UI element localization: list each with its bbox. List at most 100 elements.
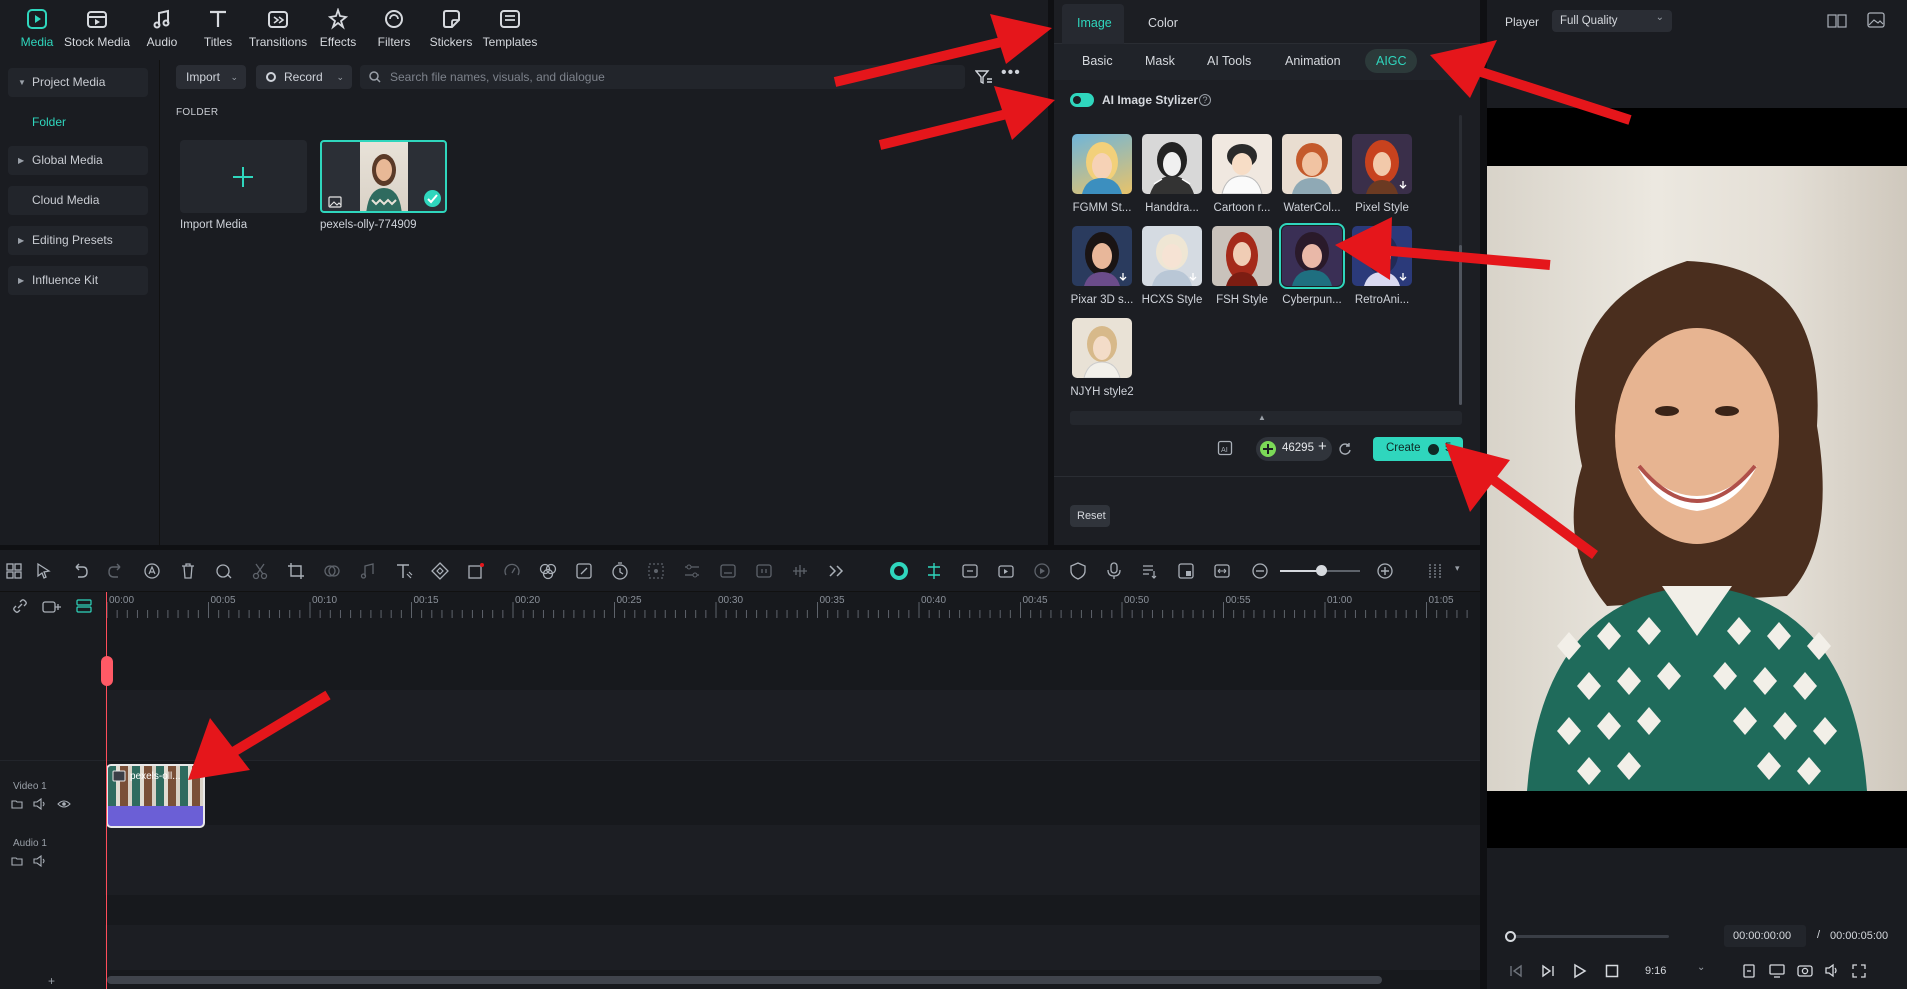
stop-icon[interactable] [1605,964,1619,978]
eye-icon[interactable] [57,799,71,809]
undo-icon[interactable] [70,561,90,581]
snapshot-icon[interactable] [1797,963,1813,978]
more-tools-icon[interactable] [826,561,846,581]
import-media-tile[interactable] [180,140,307,213]
refresh-icon[interactable] [1338,442,1352,456]
help-icon[interactable]: ? [1199,94,1211,106]
subtab-ai-tools[interactable]: AI Tools [1207,54,1251,68]
tab-stock-media[interactable]: Stock Media [60,6,134,56]
style-item[interactable]: Pixel Style [1349,134,1415,214]
sidebar-item-folder[interactable]: Folder [8,108,148,137]
styles-scrollbar[interactable] [1459,115,1462,405]
aspect-ratio-dropdown[interactable]: 9:16 ⌄ [1637,960,1707,982]
render-icon[interactable] [996,561,1016,581]
image-upload-icon[interactable]: AI [1217,440,1235,458]
edit-image-icon[interactable] [574,561,594,581]
collapse-handle[interactable]: ▲ [1070,411,1462,425]
zoom-in-icon[interactable] [1375,561,1395,581]
adjust-icon[interactable] [682,561,702,581]
create-button[interactable]: Create 5 [1373,437,1463,461]
shield-icon[interactable] [1068,561,1088,581]
motion-track-icon[interactable] [646,561,666,581]
style-item-selected[interactable]: Cyberpun... [1279,223,1345,306]
add-track-icon[interactable] [42,600,62,614]
fit-timeline-icon[interactable] [1212,561,1232,581]
folder-lock-icon[interactable] [11,855,23,867]
subtab-basic[interactable]: Basic [1082,54,1113,68]
previous-frame-icon[interactable] [1509,964,1523,978]
grid-view-icon[interactable] [1827,14,1847,28]
playhead-handle[interactable] [101,656,113,686]
style-item[interactable]: Cartoon r... [1209,134,1275,214]
ai-assistant-icon[interactable] [890,562,908,580]
snap-icon[interactable] [924,561,944,581]
style-item[interactable]: FSH Style [1209,226,1275,306]
auto-reframe-icon[interactable] [960,561,980,581]
audio-track-lane[interactable] [105,895,1480,925]
track-manager-icon[interactable] [76,599,92,613]
text-tool-icon[interactable] [394,561,414,581]
ai-stylizer-toggle[interactable] [1070,93,1094,107]
timeline-scrollbar[interactable] [107,976,1382,984]
speaker-icon[interactable] [33,855,47,867]
zoom-out-icon[interactable] [1250,561,1270,581]
track-layout-icon[interactable] [1425,561,1445,581]
ai-cutout-icon[interactable] [214,561,234,581]
layout-grid-icon[interactable] [4,561,24,581]
display-icon[interactable] [1769,964,1785,978]
preview-canvas[interactable] [1487,108,1907,848]
progress-handle[interactable] [1505,931,1516,942]
add-icon[interactable]: + [48,974,55,988]
quality-dropdown[interactable]: Full Quality ⌄ [1552,10,1672,32]
volume-icon[interactable] [1824,963,1840,978]
speed-icon[interactable] [502,561,522,581]
sidebar-item-editing-presets[interactable]: ▶ Editing Presets [8,226,148,255]
search-input[interactable]: Search file names, visuals, and dialogue [360,65,965,89]
voiceover-icon[interactable] [1140,561,1160,581]
microphone-icon[interactable] [1104,561,1124,581]
tab-color[interactable]: Color [1139,4,1199,44]
folder-lock-icon[interactable] [11,798,23,810]
reset-button[interactable]: Reset [1070,505,1110,527]
zoom-slider[interactable] [1280,565,1360,576]
timeline-video-clip[interactable]: pexels-oll... [106,764,205,828]
tab-templates[interactable]: Templates [473,6,547,56]
style-item[interactable]: Pixar 3D s... [1069,226,1135,306]
sidebar-item-influence-kit[interactable]: ▶ Influence Kit [8,266,148,295]
chevron-down-icon[interactable]: ▾ [1455,563,1460,574]
ai-edit-icon[interactable] [142,561,162,581]
audio-edit-icon[interactable] [358,561,378,581]
silence-detect-icon[interactable] [1032,561,1052,581]
fullscreen-icon[interactable] [1852,964,1866,978]
sidebar-item-global-media[interactable]: ▶ Global Media [8,146,148,175]
audio-stretch-icon[interactable] [790,561,810,581]
image-icon[interactable] [1867,12,1885,28]
mask-icon[interactable] [322,561,342,581]
record-dropdown[interactable]: Record ⌄ [256,65,352,89]
import-dropdown[interactable]: Import ⌄ [176,65,246,89]
style-item[interactable]: FGMM St... [1069,134,1135,214]
subtab-mask[interactable]: Mask [1145,54,1175,68]
more-options-icon[interactable]: ••• [1001,64,1021,82]
style-item[interactable]: NJYH style2 [1069,318,1135,398]
color-icon[interactable] [538,561,558,581]
zoom-slider-handle[interactable] [1316,565,1327,576]
freeze-frame-icon[interactable] [754,561,774,581]
shape-icon[interactable] [466,561,486,581]
timer-icon[interactable] [610,561,630,581]
speaker-icon[interactable] [33,798,47,810]
subtitle-icon[interactable] [718,561,738,581]
redo-icon[interactable] [106,561,126,581]
playhead[interactable] [106,592,107,989]
style-item[interactable]: WaterCol... [1279,134,1345,214]
style-item[interactable]: Handdra... [1139,134,1205,214]
media-clip-thumbnail[interactable] [320,140,447,213]
crop-icon[interactable] [286,561,306,581]
picture-in-picture-icon[interactable] [1176,561,1196,581]
sidebar-item-project-media[interactable]: ▼ Project Media [8,68,148,97]
progress-track[interactable] [1509,935,1669,938]
tab-image[interactable]: Image [1062,4,1124,44]
subtab-aigc[interactable]: AIGC [1365,49,1417,73]
mark-in-icon[interactable] [1742,964,1756,978]
style-item[interactable]: RetroAni... [1349,226,1415,306]
